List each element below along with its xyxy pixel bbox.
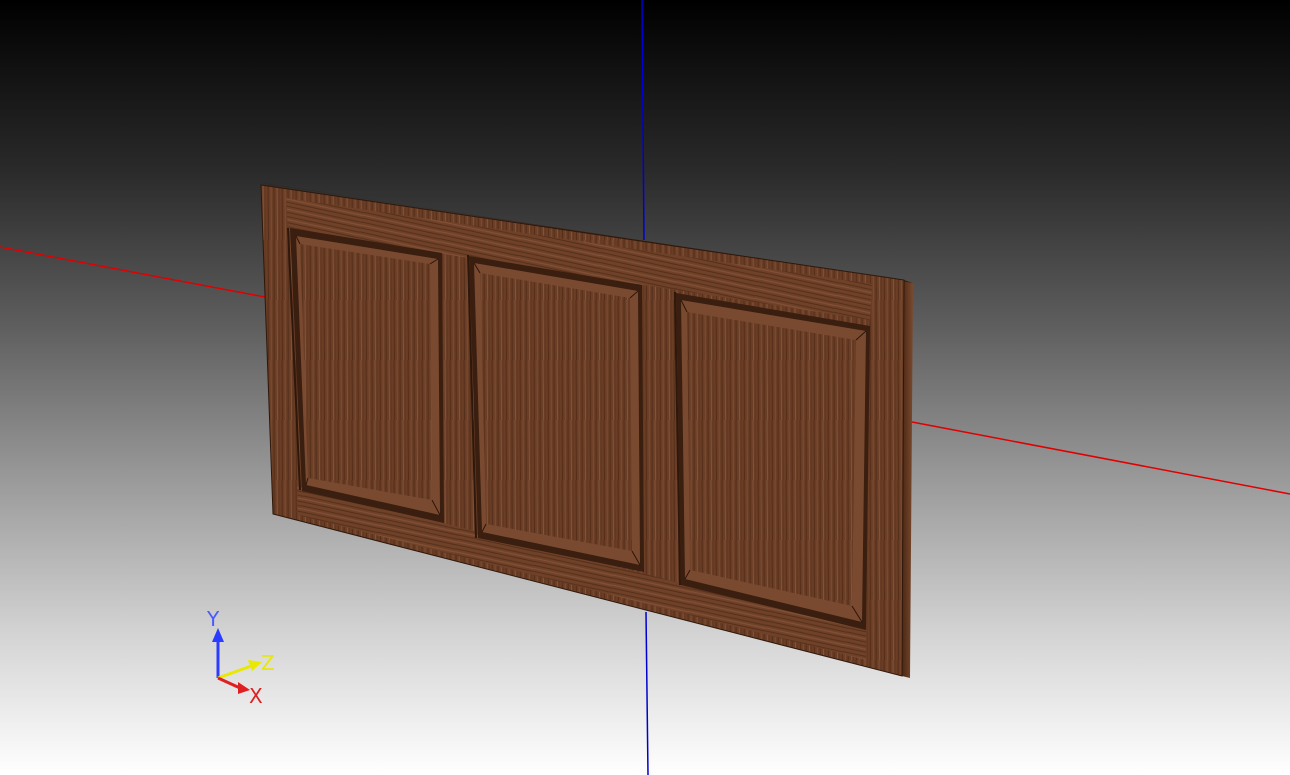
world-x-axis-left bbox=[0, 246, 266, 298]
raised-panel-1 bbox=[290, 228, 444, 523]
3d-viewport[interactable]: Y Z X bbox=[0, 0, 1290, 775]
triad-z-arrow bbox=[248, 660, 262, 671]
world-x-axis-right bbox=[911, 421, 1290, 495]
scene-canvas[interactable]: Y Z X bbox=[0, 0, 1290, 775]
raised-panel-3 bbox=[676, 293, 870, 630]
triad-x-axis bbox=[217, 676, 241, 690]
world-y-axis-lower bbox=[645, 611, 649, 775]
triad-x-label: X bbox=[249, 684, 263, 708]
triad-z-axis bbox=[217, 663, 255, 680]
raised-panel-2 bbox=[469, 256, 644, 572]
orientation-triad[interactable]: Y Z X bbox=[206, 607, 275, 708]
wainscot-panel-model[interactable] bbox=[260, 183, 913, 678]
world-y-axis bbox=[641, 0, 645, 241]
triad-z-label: Z bbox=[261, 651, 275, 675]
triad-y-label: Y bbox=[206, 607, 220, 631]
